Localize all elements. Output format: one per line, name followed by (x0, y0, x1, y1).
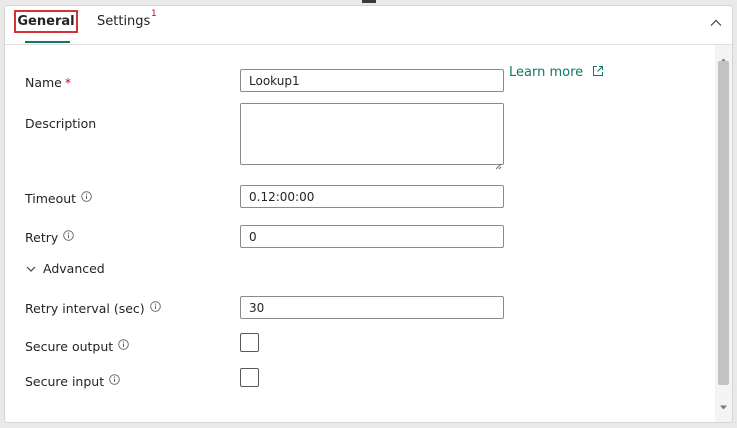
retry-label-text: Retry (25, 230, 59, 245)
secure-output-label-text: Secure output (25, 339, 114, 354)
retry-interval-input[interactable] (240, 296, 504, 319)
tab-general[interactable]: General (14, 6, 82, 44)
name-label: Name * (25, 75, 71, 90)
panel-resize-handle[interactable] (362, 0, 376, 3)
secure-output-label: Secure output (25, 339, 129, 354)
scroll-down-arrow-icon[interactable] (719, 397, 728, 410)
scroll-up-arrow-icon[interactable] (719, 50, 728, 63)
required-mark: * (64, 75, 72, 90)
resize-grip-icon[interactable] (494, 155, 502, 170)
name-label-text: Name (25, 75, 62, 90)
secure-input-label-text: Secure input (25, 374, 105, 389)
secure-input-checkbox[interactable] (240, 368, 259, 387)
tab-bar: General Settings 1 (5, 6, 732, 45)
timeout-input[interactable] (240, 185, 504, 208)
chevron-down-icon (25, 263, 37, 275)
general-form: Name* Learn more Description Timeout (5, 45, 717, 422)
chevron-up-icon[interactable] (709, 15, 723, 29)
scrollbar-thumb[interactable] (718, 61, 729, 385)
timeout-label: Timeout (25, 191, 92, 206)
retry-label: Retry (25, 229, 75, 245)
learn-more-link[interactable]: Learn more (509, 65, 604, 80)
info-icon[interactable] (63, 229, 75, 241)
external-link-icon (592, 65, 604, 77)
name-input[interactable] (240, 69, 504, 92)
timeout-label-text: Timeout (25, 191, 77, 206)
info-icon[interactable] (109, 373, 120, 385)
tab-active-indicator (25, 41, 70, 43)
learn-more-text: Learn more (509, 65, 584, 80)
tab-general-label: General (14, 10, 78, 33)
advanced-label: Advanced (43, 261, 105, 276)
secure-output-checkbox[interactable] (240, 333, 259, 352)
retry-interval-label: Retry interval (sec) (25, 301, 161, 316)
vertical-scrollbar[interactable] (715, 45, 732, 422)
properties-panel: General Settings 1 Name* Learn more (4, 5, 733, 423)
info-icon[interactable] (149, 300, 161, 312)
tab-settings[interactable]: Settings 1 (97, 6, 167, 44)
tab-settings-label: Settings (97, 14, 151, 29)
description-label: Description (25, 116, 97, 131)
info-icon[interactable] (118, 338, 129, 350)
info-icon[interactable] (81, 190, 92, 202)
description-input[interactable] (240, 103, 504, 170)
advanced-toggle[interactable]: Advanced (25, 261, 105, 276)
retry-input[interactable] (240, 225, 504, 248)
tab-settings-badge: 1 (151, 9, 157, 19)
retry-interval-label-text: Retry interval (sec) (25, 301, 145, 316)
secure-input-label: Secure input (25, 374, 120, 389)
